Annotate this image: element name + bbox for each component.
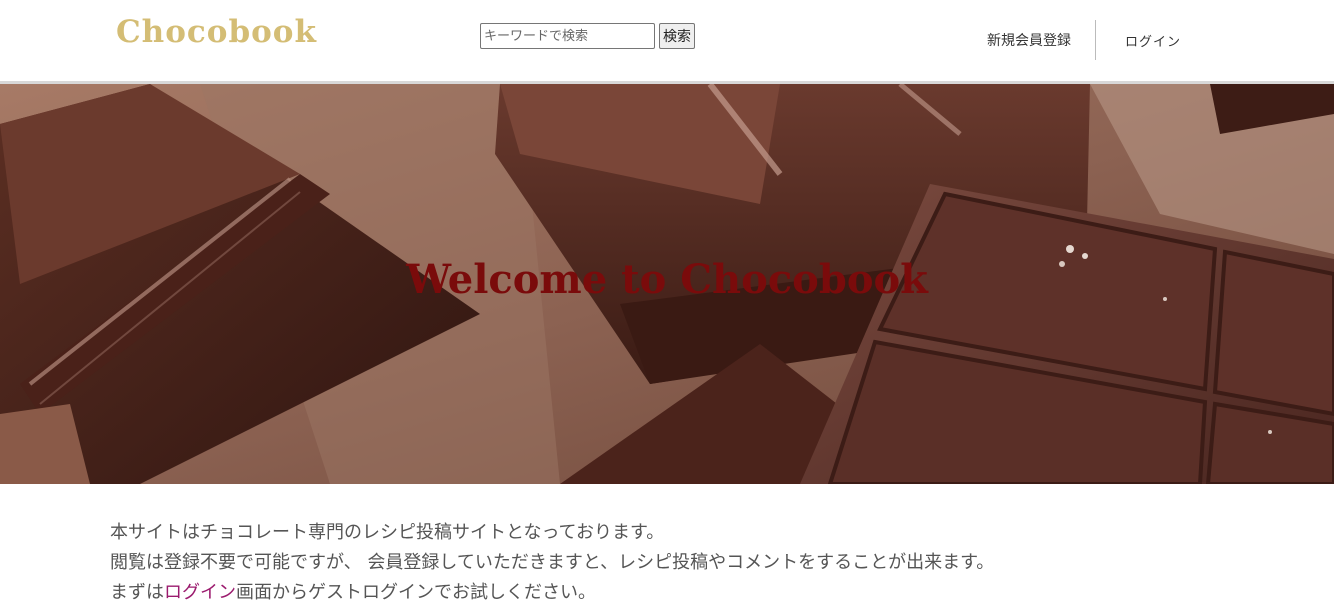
- hero-banner: Welcome to Chocobook: [0, 84, 1334, 484]
- intro-line-3: まずはログイン画面からゲストログインでお試しください。: [110, 578, 994, 608]
- signup-link[interactable]: 新規会員登録: [987, 30, 1071, 50]
- intro-line-3-prefix: まずは: [110, 582, 164, 603]
- site-header: Chocobook 検索 新規会員登録 ログイン: [0, 0, 1334, 82]
- nav-divider: [1095, 20, 1096, 60]
- login-link[interactable]: ログイン: [1125, 31, 1181, 50]
- search-button[interactable]: 検索: [659, 23, 695, 49]
- search-form: 検索: [480, 23, 695, 49]
- intro-login-link[interactable]: ログイン: [164, 582, 236, 603]
- intro-text: 本サイトはチョコレート専門のレシピ投稿サイトとなっております。 閲覧は登録不要で…: [110, 518, 994, 608]
- intro-line-3-suffix: 画面からゲストログインでお試しください。: [236, 582, 596, 603]
- search-input[interactable]: [480, 23, 655, 49]
- hero-title: Welcome to Chocobook: [406, 256, 928, 303]
- intro-line-2: 閲覧は登録不要で可能ですが、 会員登録していただきますと、レシピ投稿やコメントを…: [110, 552, 995, 573]
- intro-line-1: 本サイトはチョコレート専門のレシピ投稿サイトとなっております。: [110, 522, 665, 543]
- site-logo[interactable]: Chocobook: [116, 14, 317, 50]
